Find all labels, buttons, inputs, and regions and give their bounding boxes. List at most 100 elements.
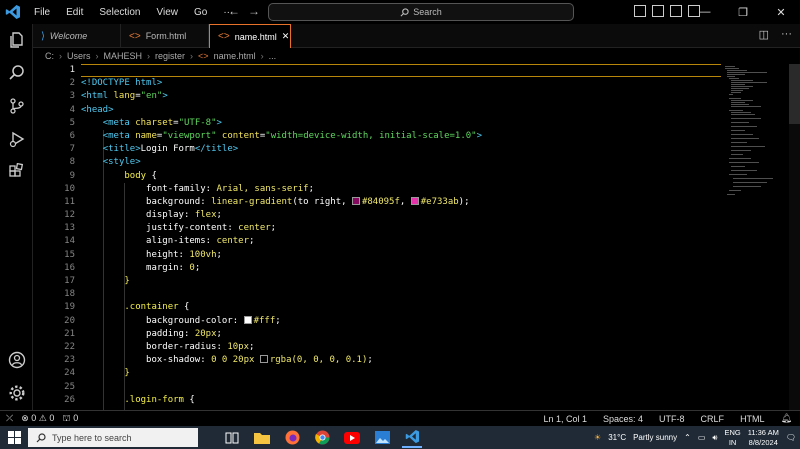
search-view-icon[interactable]: [6, 62, 28, 84]
task-view-icon[interactable]: [222, 428, 242, 448]
vscode-taskbar-icon[interactable]: [402, 428, 422, 448]
input-language[interactable]: ENG IN: [724, 428, 740, 448]
code-token: );: [458, 196, 470, 207]
code-line: margin: 0;: [146, 262, 201, 273]
forward-arrow-icon[interactable]: →: [248, 4, 260, 18]
code-token: #e733ab: [420, 196, 459, 207]
color-swatch[interactable]: [243, 315, 252, 324]
line-number: 22: [64, 341, 75, 352]
indentation[interactable]: Spaces: 4: [603, 414, 643, 424]
tab-form-html[interactable]: <> Form.html: [121, 24, 209, 48]
weather-icon[interactable]: ☀: [594, 433, 601, 442]
chevron-up-icon[interactable]: ⌃: [684, 433, 691, 442]
color-swatch[interactable]: [410, 196, 419, 205]
cursor-position[interactable]: Ln 1, Col 1: [543, 414, 587, 424]
minimap[interactable]: [723, 64, 793, 204]
line-number: 9: [69, 170, 75, 181]
toggle-primary-sidebar-icon[interactable]: [634, 5, 646, 17]
end-of-line[interactable]: CRLF: [701, 414, 725, 424]
code-token: "viewport": [162, 130, 217, 141]
volume-icon[interactable]: 🔊︎: [712, 433, 717, 443]
breadcrumb-folder[interactable]: register: [155, 51, 185, 61]
youtube-icon[interactable]: [342, 428, 362, 448]
error-icon: ⊗: [21, 413, 29, 423]
search-label: Search: [413, 7, 442, 17]
menu-file[interactable]: File: [26, 7, 58, 18]
code-token: background: [146, 196, 201, 207]
minimize-icon[interactable]: —: [686, 0, 724, 24]
settings-gear-icon[interactable]: [6, 382, 28, 404]
tab-name-html[interactable]: <> name.html ✕: [209, 24, 291, 48]
scrollbar-thumb[interactable]: [789, 64, 800, 124]
chrome-icon[interactable]: [312, 428, 332, 448]
windows-start-icon[interactable]: [0, 426, 28, 449]
close-window-icon[interactable]: ✕: [762, 0, 800, 24]
menu-edit[interactable]: Edit: [58, 7, 91, 18]
tab-welcome[interactable]: ⟩ Welcome: [33, 24, 121, 48]
toggle-secondary-sidebar-icon[interactable]: [670, 5, 682, 17]
more-actions-icon[interactable]: ···: [781, 28, 792, 41]
breadcrumb-file[interactable]: name.html: [214, 51, 256, 61]
problems-indicator[interactable]: ⊗ 0 ⚠ 0: [21, 413, 54, 424]
code-line: height: 100vh;: [146, 249, 222, 260]
maximize-icon[interactable]: ❐: [724, 0, 762, 24]
code-line: background: linear-gradient(to right, #8…: [146, 196, 470, 207]
network-icon[interactable]: ▭: [698, 433, 706, 442]
notifications-bell-icon[interactable]: 🔔︎: [781, 413, 792, 424]
file-explorer-icon[interactable]: [252, 428, 272, 448]
antenna-icon: ⛫: [62, 412, 71, 423]
code-token: font-family: [146, 183, 206, 194]
chevron-right-icon: ›: [190, 51, 194, 61]
remote-indicator-icon[interactable]: ⤫: [6, 413, 13, 424]
tab-label: Welcome: [49, 31, 88, 41]
breadcrumb-user[interactable]: MAHESH: [104, 51, 143, 61]
code-line: font-family: Arial, sans-serif;: [146, 183, 315, 194]
code-token: #84095f: [361, 196, 400, 207]
account-icon[interactable]: [6, 349, 28, 371]
tab-label: name.html: [234, 31, 277, 42]
menu-selection[interactable]: Selection: [91, 7, 148, 18]
code-editor[interactable]: 1 2 3 4 5 6 7 8 9 10 11 12 13 14 15 16 1…: [33, 64, 800, 410]
vertical-scrollbar[interactable]: [789, 64, 800, 410]
navigation-arrows: ← →: [228, 4, 260, 18]
split-editor-icon[interactable]: ◫: [759, 28, 769, 41]
clock[interactable]: 11:36 AM 8/8/2024: [748, 428, 779, 448]
code-line: justify-content: center;: [146, 223, 277, 234]
code-line: background-color: #fff;: [146, 315, 281, 326]
breadcrumb-drive[interactable]: C:: [45, 51, 54, 61]
close-tab-icon[interactable]: ✕: [282, 31, 290, 42]
chevron-right-icon: ›: [95, 51, 99, 61]
taskbar-search-box[interactable]: Type here to search: [28, 428, 198, 447]
language-mode[interactable]: HTML: [740, 414, 765, 424]
code-token: charset: [135, 117, 174, 128]
extensions-icon[interactable]: [6, 161, 28, 183]
menu-view[interactable]: View: [149, 7, 187, 18]
notification-center-icon[interactable]: 🗨︎: [786, 433, 796, 442]
menu-go[interactable]: Go: [186, 7, 215, 18]
vscode-tab-icon: ⟩: [41, 30, 45, 42]
code-token: lang: [113, 91, 136, 102]
editor-tabs: ⟩ Welcome <> Form.html <> name.html ✕ ◫ …: [33, 24, 800, 48]
firefox-icon[interactable]: [282, 428, 302, 448]
back-arrow-icon[interactable]: ←: [228, 4, 240, 18]
line-number: 15: [64, 249, 75, 260]
ports-indicator[interactable]: ⛫ 0: [62, 413, 78, 425]
encoding[interactable]: UTF-8: [659, 414, 685, 424]
code-token: margin: [146, 262, 179, 273]
photos-icon[interactable]: [372, 428, 392, 448]
command-center-search[interactable]: Search: [268, 3, 574, 21]
breadcrumb-users[interactable]: Users: [67, 51, 91, 61]
source-control-icon[interactable]: [6, 95, 28, 117]
breadcrumb-symbol[interactable]: ...: [269, 51, 277, 61]
activity-bar: [0, 24, 33, 410]
toggle-panel-icon[interactable]: [652, 5, 664, 17]
code-token: border-radius: [146, 341, 217, 352]
run-debug-icon[interactable]: [6, 128, 28, 150]
code-line: }: [81, 275, 721, 288]
explorer-icon[interactable]: [6, 29, 28, 51]
temperature[interactable]: 31°C: [608, 433, 626, 442]
color-swatch[interactable]: [259, 355, 268, 364]
color-swatch[interactable]: [351, 196, 360, 205]
weather-text[interactable]: Partly sunny: [633, 433, 677, 442]
